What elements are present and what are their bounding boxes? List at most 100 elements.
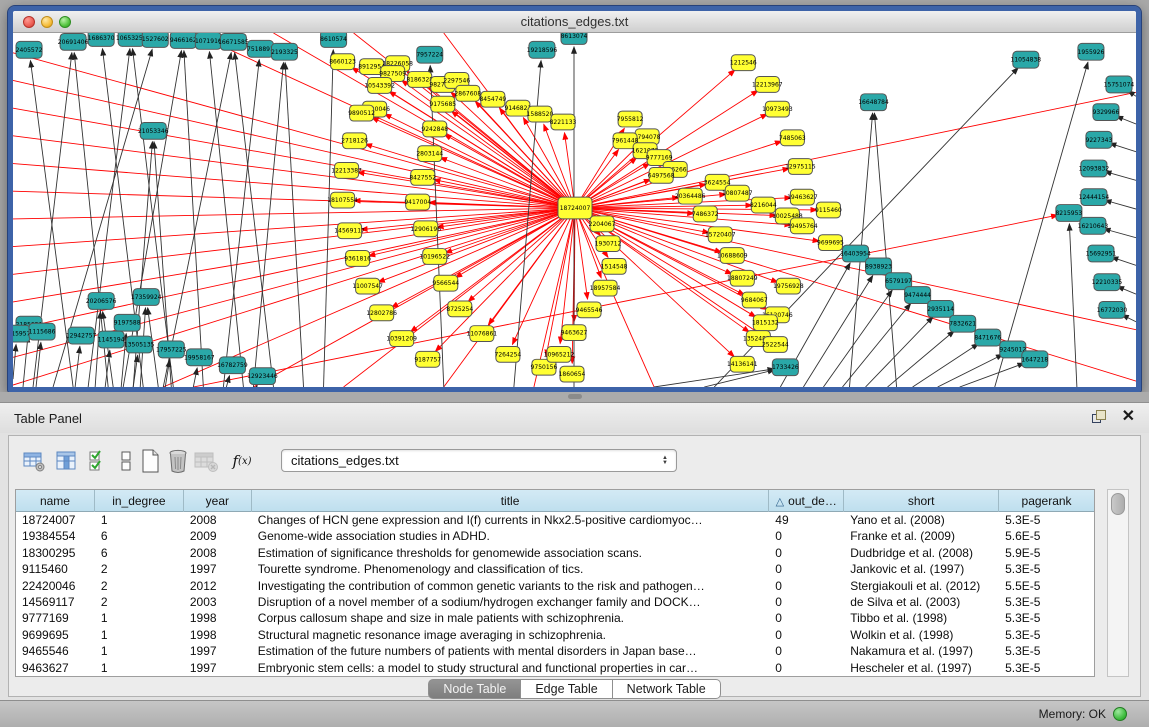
cell-year: 2003: [184, 594, 252, 610]
float-panel-icon[interactable]: [1092, 409, 1108, 425]
column-header-short[interactable]: short: [844, 490, 999, 512]
table-vertical-scrollbar[interactable]: [1107, 489, 1129, 677]
show-column-selector-icon[interactable]: [53, 448, 79, 474]
column-header-name[interactable]: name: [16, 490, 95, 512]
graph-node-label: 18957584: [590, 285, 621, 292]
column-header-year[interactable]: year: [184, 490, 252, 512]
column-header-in_degree[interactable]: in_degree: [95, 490, 184, 512]
graph-node-label: 7264254: [494, 351, 521, 358]
graph-node-label: 12210335: [1092, 279, 1123, 286]
table-row[interactable]: 977716911998Corpus callosum shape and si…: [16, 610, 1094, 626]
graph-node-label: 12802786: [366, 310, 397, 317]
graph-node-label: 10391209: [386, 336, 417, 343]
graph-edge: [36, 342, 41, 387]
table-row[interactable]: 1938455462009Genome-wide association stu…: [16, 528, 1094, 544]
cell-pagerank: 5.5E-5: [999, 578, 1094, 594]
function-builder-icon[interactable]: f(x): [229, 448, 255, 474]
table-row[interactable]: 911546021997Tourette syndrome. Phenomeno…: [16, 561, 1094, 577]
table-row[interactable]: 1830029562008Estimation of significance …: [16, 545, 1094, 561]
cell-out_de: 0: [769, 643, 844, 659]
table-row[interactable]: 1456911722003Disruption of a novel membe…: [16, 594, 1094, 610]
graph-node-label: 15692951: [1086, 251, 1117, 258]
graph-node-label: 9175685: [429, 101, 456, 108]
graph-node-label: 12942757: [66, 333, 97, 340]
minimize-window-button[interactable]: [41, 16, 53, 28]
zoom-window-button[interactable]: [59, 16, 71, 28]
cell-short: Nakamura et al. (1997): [844, 643, 999, 659]
graph-node-label: 10688609: [717, 252, 748, 259]
graph-node-label: 19756928: [773, 283, 804, 290]
cell-year: 1997: [184, 561, 252, 577]
cell-in_degree: 1: [95, 610, 184, 626]
network-table-select[interactable]: citations_edges.txt ▲▼: [281, 449, 677, 472]
graph-edge: [866, 317, 934, 387]
graph-node-label: 9361816: [344, 255, 371, 262]
graph-node-label: 9187757: [414, 356, 441, 363]
create-new-column-icon[interactable]: [137, 448, 163, 474]
tab-edge-table[interactable]: Edge Table: [521, 679, 612, 699]
fit-columns-icon[interactable]: [113, 448, 139, 474]
graph-edge: [184, 51, 203, 387]
graph-node-label: 9827509: [379, 71, 406, 78]
column-header-title[interactable]: title: [252, 490, 770, 512]
cell-year: 1998: [184, 610, 252, 626]
tab-network-table[interactable]: Network Table: [613, 679, 721, 699]
column-header-out_de[interactable]: △out_de…: [769, 490, 844, 512]
scrollbar-thumb[interactable]: [1111, 493, 1125, 515]
graph-node-label: 10965212: [544, 351, 575, 358]
graph-node-label: 14569117: [334, 228, 365, 235]
graph-node-label: 20691406: [58, 39, 89, 46]
graph-edge: [13, 136, 575, 208]
network-canvas[interactable]: 1872400724055722069140616863701065325715…: [13, 33, 1136, 387]
table-row[interactable]: 2242004622012Investigating the contribut…: [16, 578, 1094, 594]
graph-edge: [1069, 224, 1077, 387]
graph-node-label: 1527602: [142, 36, 169, 43]
graph-node-label: 1955926: [1078, 49, 1105, 56]
table-row[interactable]: 1872400712008Changes of HCN gene express…: [16, 512, 1094, 528]
column-header-pagerank[interactable]: pagerank: [999, 490, 1094, 512]
splitter-grip-icon[interactable]: [568, 394, 582, 399]
graph-edge: [1109, 143, 1136, 152]
graph-node-label: 12906196: [410, 226, 441, 233]
cell-pagerank: 5.3E-5: [999, 627, 1094, 643]
graph-node-label: 1212546: [730, 60, 757, 67]
cell-name: 9115460: [16, 561, 95, 577]
graph-node-label: 11076861: [467, 331, 498, 338]
graph-node-label: 1647218: [1021, 356, 1048, 363]
network-window: citations_edges.txt 18724007240557220691…: [8, 6, 1141, 392]
table-tabs: Node TableEdge TableNetwork Table: [9, 679, 1140, 699]
delete-columns-icon[interactable]: [165, 448, 191, 474]
network-window-titlebar[interactable]: citations_edges.txt: [13, 11, 1136, 33]
graph-node-label: 8215953: [1055, 210, 1082, 217]
graph-node-label: 8471676: [974, 335, 1001, 342]
cell-out_de: 0: [769, 610, 844, 626]
panel-splitter[interactable]: [0, 392, 1149, 402]
cell-out_de: 0: [769, 660, 844, 676]
cell-title: Structural magnetic resonance image aver…: [252, 627, 770, 643]
graph-node-label: 6497568: [648, 172, 675, 179]
select-rows-icon[interactable]: [85, 448, 111, 474]
cell-title: Embryonic stem cells: a model to study s…: [252, 660, 770, 676]
cell-title: Investigating the contribution of common…: [252, 578, 770, 594]
tab-node-table[interactable]: Node Table: [428, 679, 521, 699]
graph-node-label: 9115460: [815, 207, 842, 214]
show-table-options-icon[interactable]: [21, 448, 47, 474]
memory-ok-icon[interactable]: [1113, 707, 1127, 721]
graph-node-label: 2803144: [416, 151, 443, 158]
cell-in_degree: 6: [95, 528, 184, 544]
close-panel-icon[interactable]: ✕: [1122, 409, 1135, 425]
cell-year: 2008: [184, 512, 252, 528]
table-row[interactable]: 946554611997Estimation of the future num…: [16, 643, 1094, 659]
graph-node-label: 19495764: [787, 223, 818, 230]
cell-title: Changes of HCN gene expression and I(f) …: [252, 512, 770, 528]
graph-node-label: 20206576: [86, 298, 117, 305]
cell-name: 9465546: [16, 643, 95, 659]
table-row[interactable]: 946362711997Embryonic stem cells: a mode…: [16, 660, 1094, 676]
cell-title: Genome-wide association studies in ADHD.: [252, 528, 770, 544]
cell-pagerank: 5.9E-5: [999, 545, 1094, 561]
close-window-button[interactable]: [23, 16, 35, 28]
table-row[interactable]: 969969511998Structural magnetic resonanc…: [16, 627, 1094, 643]
graph-node-label: 2193325: [271, 49, 298, 56]
graph-node-label: 10543392: [364, 82, 395, 89]
graph-node-label: 2297546: [443, 77, 470, 84]
